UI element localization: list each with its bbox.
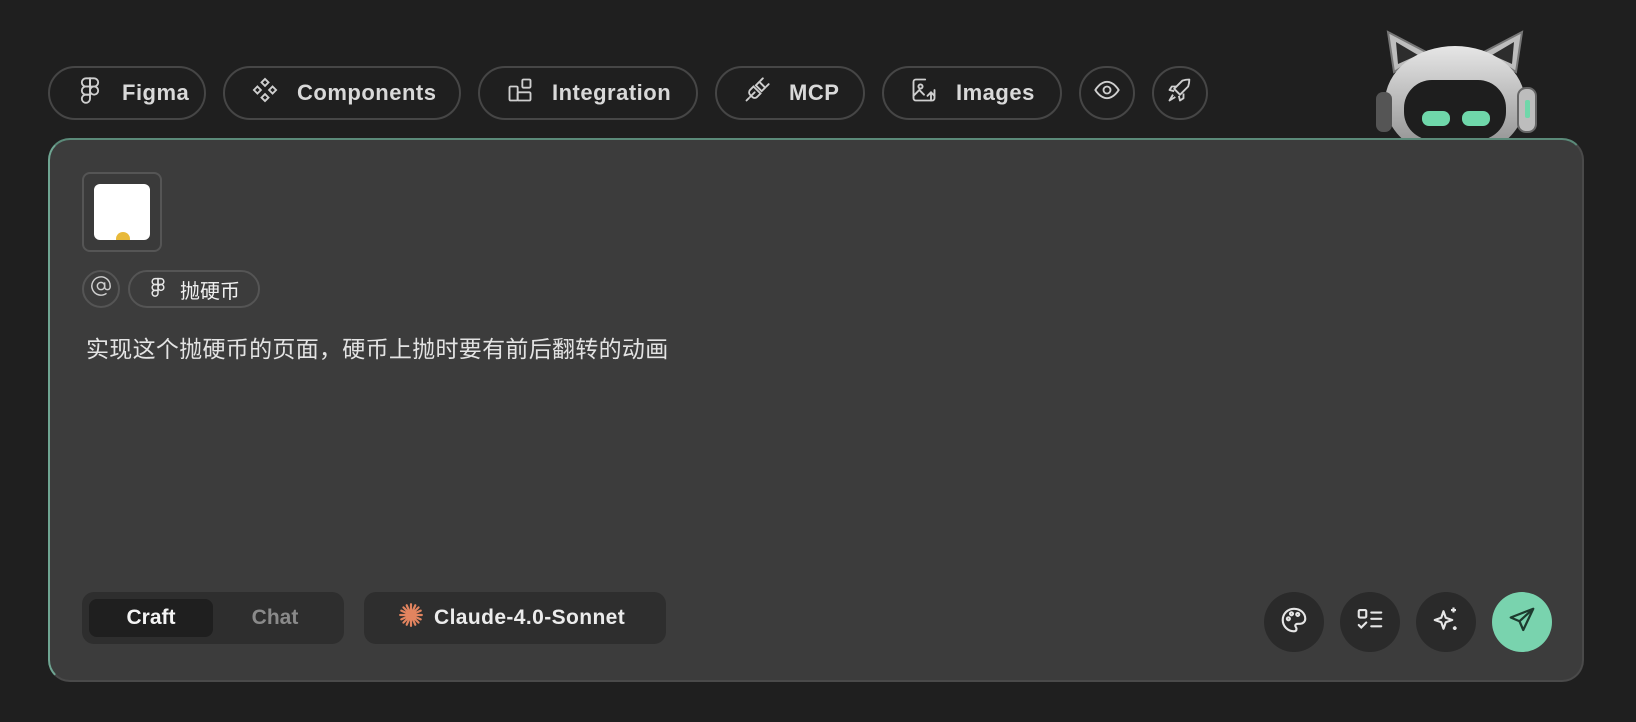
tasks-button[interactable]: [1340, 592, 1400, 652]
send-icon: [1507, 605, 1537, 640]
craft-mode-button[interactable]: Craft: [89, 599, 213, 637]
images-button[interactable]: Images: [882, 66, 1062, 120]
mention-button[interactable]: [82, 270, 120, 308]
claude-starburst-icon: [398, 602, 424, 634]
components-icon: [251, 76, 279, 110]
figma-mention-tag[interactable]: 抛硬币: [128, 270, 260, 308]
image-upload-icon: [910, 76, 938, 110]
mention-tag-label: 抛硬币: [180, 278, 240, 303]
model-name: Claude-4.0-Sonnet: [434, 606, 626, 629]
prompt-panel: 抛硬币 实现这个抛硬币的页面，硬币上抛时要有前后翻转的动画 Craft Chat…: [48, 138, 1584, 682]
integration-button[interactable]: Integration: [478, 66, 698, 120]
mode-toggle: Craft Chat: [82, 592, 344, 644]
top-toolbar: Figma Components Integration MCP Images: [48, 66, 1208, 120]
mcp-label: MCP: [789, 80, 840, 105]
theme-button[interactable]: [1264, 592, 1324, 652]
figma-button[interactable]: Figma: [48, 66, 206, 120]
checklist-icon: [1355, 605, 1385, 640]
chat-mode-button[interactable]: Chat: [213, 599, 337, 637]
mcp-button[interactable]: MCP: [715, 66, 865, 120]
mention-row: 抛硬币: [82, 270, 260, 308]
send-button[interactable]: [1492, 592, 1552, 652]
components-label: Components: [297, 80, 437, 105]
action-buttons: [1264, 592, 1552, 652]
integration-icon: [506, 76, 534, 110]
attachment-preview-image: [94, 184, 150, 240]
palette-icon: [1279, 605, 1309, 640]
at-icon: [90, 275, 112, 303]
preview-button[interactable]: [1079, 66, 1135, 120]
robot-cat-mascot: [1366, 22, 1544, 158]
eye-icon: [1093, 76, 1121, 110]
plug-icon: [743, 76, 771, 110]
coin-icon: [116, 232, 130, 240]
app-root: Figma Components Integration MCP Images …: [0, 0, 1636, 722]
figma-label: Figma: [122, 80, 190, 105]
components-button[interactable]: Components: [223, 66, 461, 120]
figma-icon: [76, 76, 104, 110]
prompt-input[interactable]: 实现这个抛硬币的页面，硬币上抛时要有前后翻转的动画: [86, 330, 669, 364]
sparkle-icon: [1431, 605, 1461, 640]
integration-label: Integration: [552, 80, 672, 105]
rocket-icon: [1166, 76, 1194, 110]
attachment-thumbnail[interactable]: [82, 172, 162, 252]
model-selector[interactable]: Claude-4.0-Sonnet: [364, 592, 666, 644]
images-label: Images: [956, 80, 1035, 105]
figma-icon: [148, 276, 168, 303]
enhance-prompt-button[interactable]: [1416, 592, 1476, 652]
deploy-button[interactable]: [1152, 66, 1208, 120]
